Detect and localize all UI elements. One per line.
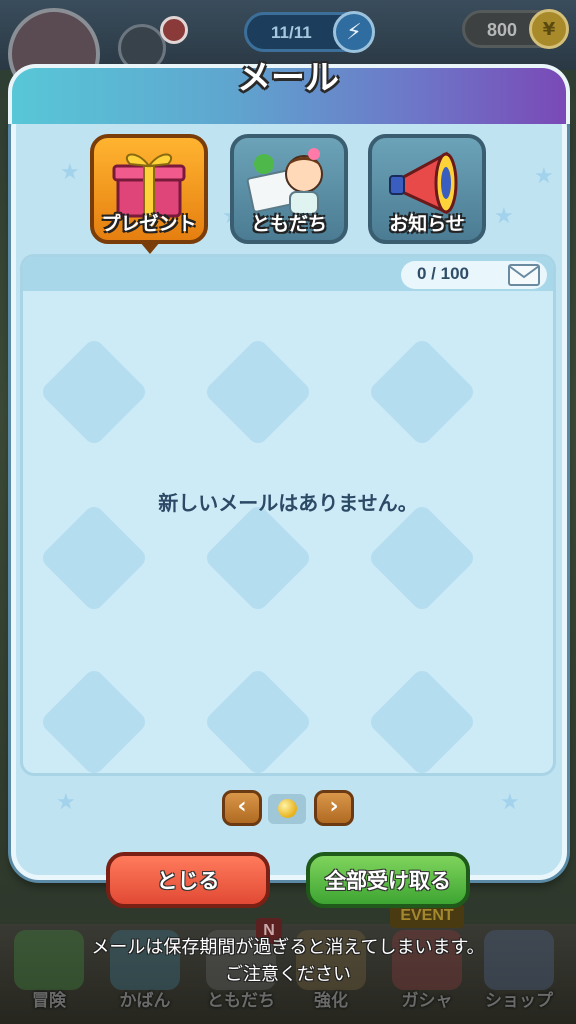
mail-count: 0 / 100 [417, 264, 469, 283]
nav-adventure: 冒険 [32, 991, 66, 1011]
star-decoration: ★ [60, 160, 80, 185]
mail-list-panel[interactable]: 0 / 100 新しいメールはありません。 [20, 254, 556, 776]
modal-title: メール [237, 58, 339, 98]
coin-value: 800 [487, 20, 518, 40]
next-page-button[interactable]: › [314, 790, 354, 826]
envelope-watermark [38, 336, 150, 448]
expiry-notice-line1: メールは保存期間が過ぎると消えてしまいます。 [91, 937, 485, 958]
envelope-watermark [38, 666, 150, 773]
lightning-icon: ⚡ [333, 11, 375, 53]
tab-friends-label: ともだち [250, 213, 327, 235]
claim-all-button[interactable]: 全部受け取る [306, 852, 470, 908]
star-decoration: ★ [56, 790, 76, 815]
nav-friends: ともだち [207, 991, 275, 1011]
nav-bag: かばん [119, 991, 171, 1011]
envelope-watermark [366, 666, 478, 773]
close-button[interactable]: とじる [106, 852, 270, 908]
tab-present[interactable]: プレゼント [90, 134, 208, 244]
star-decoration: ★ [534, 164, 554, 189]
nav-gacha: ガシャ [401, 991, 453, 1011]
current-page-dot [278, 799, 297, 818]
empty-mail-message: 新しいメールはありません。 [158, 491, 418, 515]
prev-page-button[interactable]: ‹ [222, 790, 262, 826]
tab-friends[interactable]: ともだち [230, 134, 348, 244]
mail-count-badge: 0 / 100 [401, 261, 547, 289]
envelope-icon [508, 264, 540, 286]
nav-shop: ショップ [485, 991, 553, 1011]
coin-counter: 800 ¥ [462, 9, 569, 49]
star-decoration: ★ [494, 204, 514, 229]
envelope-watermark [202, 666, 314, 773]
star-decoration: ★ [500, 790, 520, 815]
tab-notices[interactable]: お知らせ [368, 134, 486, 244]
envelope-watermark [202, 502, 314, 614]
active-tab-pointer [140, 242, 160, 254]
tab-present-label: プレゼント [101, 213, 197, 235]
envelope-watermark [38, 502, 150, 614]
envelope-watermark [366, 502, 478, 614]
stamina-value: 11/11 [271, 23, 312, 42]
yen-coin-icon: ¥ [529, 9, 569, 49]
tab-notices-label: お知らせ [389, 213, 465, 235]
envelope-watermark [366, 336, 478, 448]
expiry-notice: メールは保存期間が過ぎると消えてしまいます。 ご注意ください [0, 934, 576, 988]
envelope-watermark [202, 336, 314, 448]
pin-icon [160, 16, 188, 44]
expiry-notice-line2: ご注意ください [225, 964, 351, 985]
page-indicator [268, 794, 306, 824]
stamina-meter: 11/11 ⚡ [244, 11, 375, 53]
nav-powerup: 強化 [314, 991, 348, 1011]
